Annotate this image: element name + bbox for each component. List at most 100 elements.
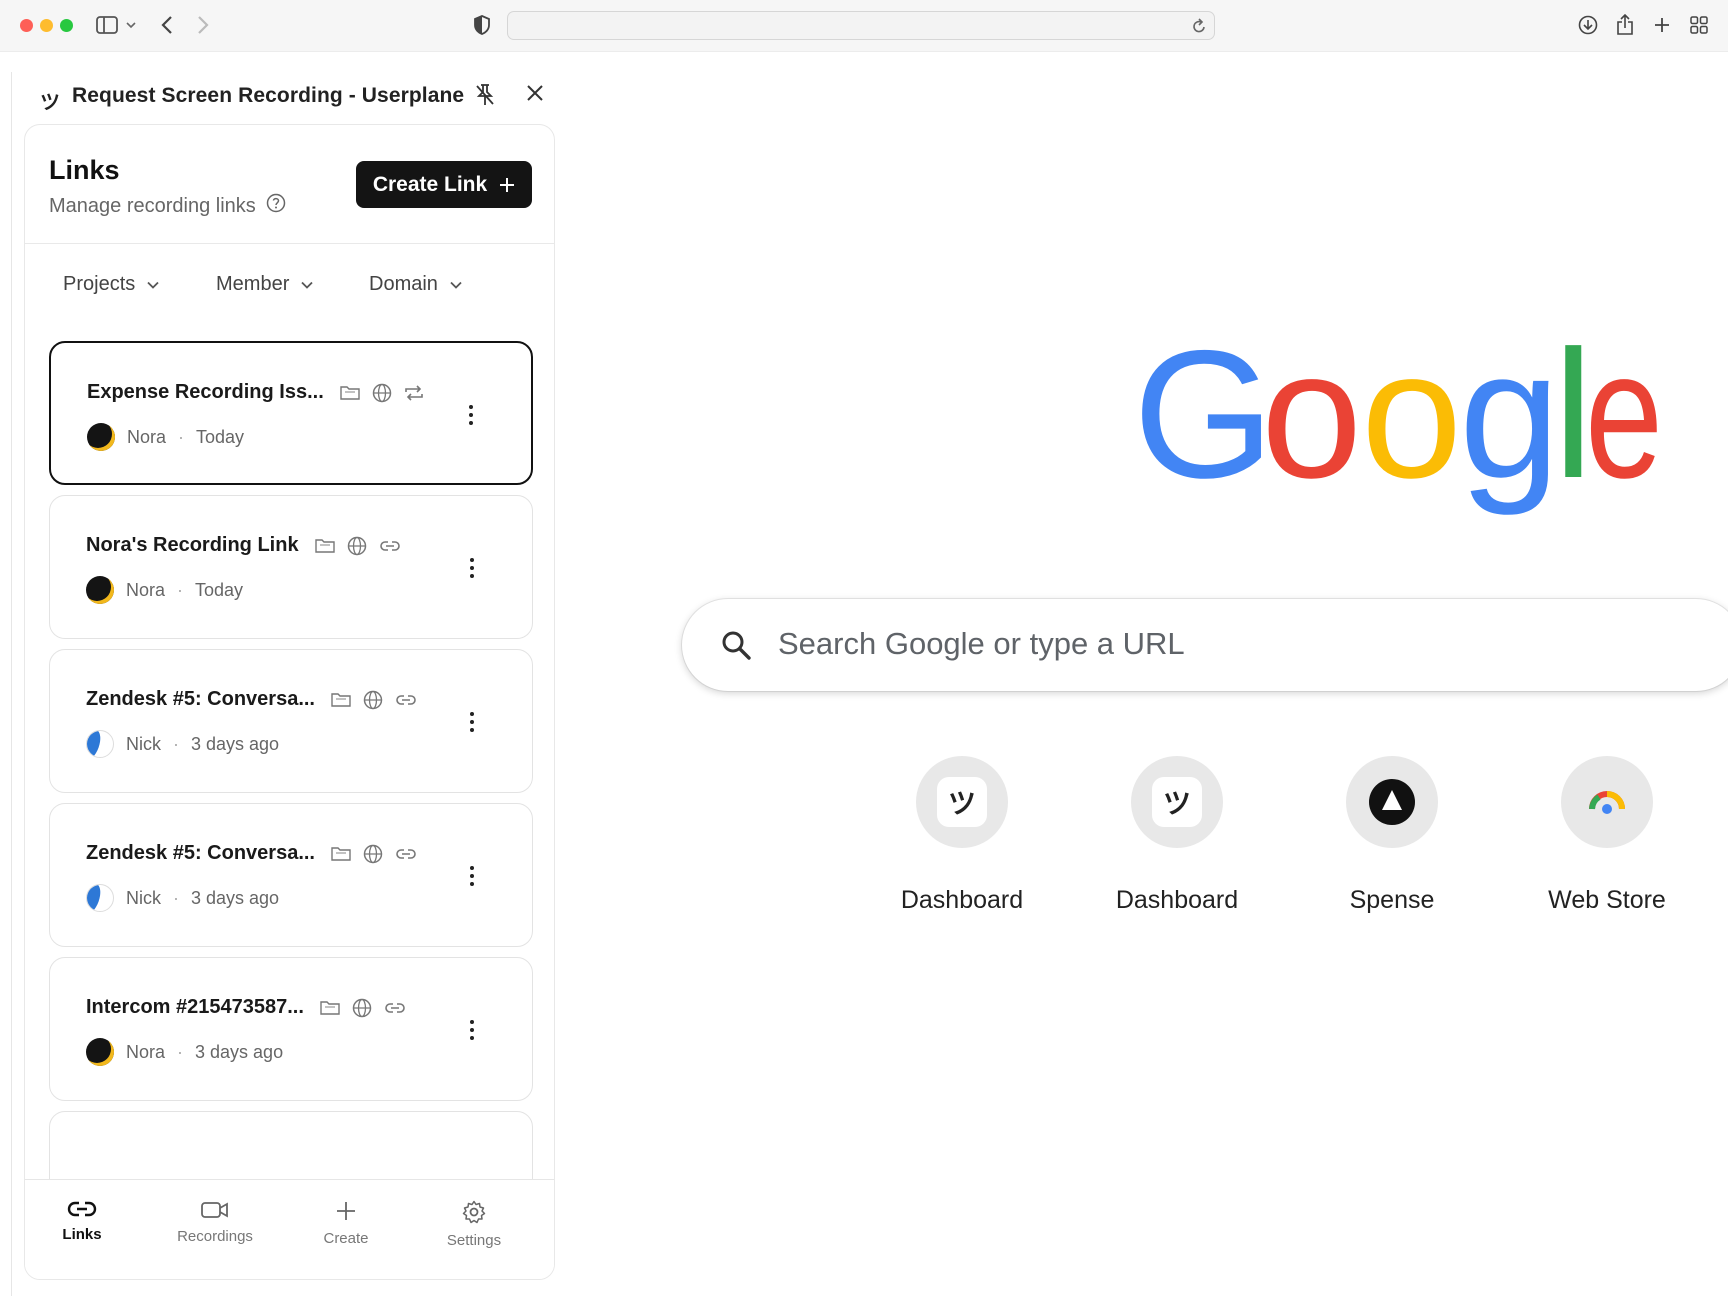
share-icon[interactable] [1616, 12, 1634, 38]
download-icon[interactable] [1578, 12, 1598, 38]
nav-label: Recordings [177, 1228, 253, 1245]
filter-projects[interactable]: Projects [63, 273, 159, 296]
more-options-icon[interactable] [462, 554, 482, 582]
folder-icon [340, 385, 360, 400]
shortcut-label: Web Store [1548, 886, 1666, 914]
chevron-down-icon[interactable] [126, 12, 136, 38]
avatar [87, 423, 115, 451]
link-time: 3 days ago [195, 1041, 284, 1062]
shield-icon[interactable] [474, 12, 490, 38]
link-user: Nora [127, 426, 167, 447]
link-icons [331, 690, 417, 710]
nav-label: Settings [446, 1232, 502, 1249]
separator-dot: · [177, 579, 184, 600]
shortcut-dashboard[interactable]: ツ Dashboard [874, 756, 1050, 915]
link-title-row: Expense Recording Iss... [87, 381, 424, 404]
link-card[interactable]: Intercom #215473587... Nora · 3 days ago [49, 957, 533, 1101]
plus-icon [500, 177, 515, 192]
shortcut-tile: ツ [916, 756, 1008, 848]
link-icons [314, 536, 401, 556]
shortcut-web-store[interactable]: Web Store [1519, 756, 1695, 915]
page-title: Links [49, 155, 120, 185]
chevron-down-icon [301, 281, 313, 289]
sidebar-icon[interactable] [96, 12, 118, 38]
avatar [86, 576, 114, 604]
link-meta: Nick · 3 days ago [86, 730, 279, 758]
google-logo-letter: o [1261, 335, 1362, 516]
more-options-icon[interactable] [462, 862, 482, 890]
avatar [86, 1038, 114, 1066]
folder-icon [314, 538, 335, 553]
link-icons [331, 844, 417, 864]
reload-icon[interactable] [1192, 18, 1206, 39]
userplane-logo: ツ [40, 92, 60, 114]
link-title-row: Zendesk #5: Conversa... [86, 842, 417, 865]
google-logo-letter: G [1133, 335, 1275, 516]
video-icon [201, 1202, 228, 1218]
google-logo-letter: g [1459, 335, 1560, 516]
more-options-icon[interactable] [461, 401, 481, 429]
back-icon[interactable] [160, 12, 174, 38]
separator-dot: · [177, 1041, 184, 1062]
link-time: 3 days ago [191, 887, 280, 908]
link-icon [385, 1002, 405, 1013]
folder-icon [331, 692, 351, 707]
nav-create[interactable]: Create [291, 1200, 401, 1247]
more-options-icon[interactable] [462, 1016, 482, 1044]
filter-label: Member [216, 273, 290, 295]
repeat-icon [404, 384, 423, 401]
userplane-icon: ツ [1152, 777, 1202, 827]
filter-bar: Projects Member Domain [25, 263, 554, 311]
close-window-button[interactable] [20, 19, 33, 32]
minimize-window-button[interactable] [40, 19, 53, 32]
filter-label: Projects [63, 273, 136, 295]
create-link-button[interactable]: Create Link [356, 161, 532, 208]
nav-recordings[interactable]: Recordings [160, 1200, 270, 1245]
more-options-icon[interactable] [462, 708, 482, 736]
nav-links[interactable]: Links [27, 1200, 137, 1243]
separator-dot: · [178, 426, 185, 447]
link-title-row: Nora's Recording Link [86, 534, 401, 557]
shortcut-tile [1346, 756, 1438, 848]
folder-icon [320, 1000, 340, 1015]
spense-icon [1369, 779, 1415, 825]
link-user: Nora [126, 579, 166, 600]
link-time: Today [195, 579, 244, 600]
avatar [86, 884, 114, 912]
link-card[interactable]: Zendesk #5: Conversa... Nick · 3 days ag… [49, 649, 533, 793]
nav-label: Create [323, 1230, 369, 1247]
shortcut-label: Spense [1349, 886, 1435, 914]
bottom-nav: Links Recordings Create Settings [25, 1179, 554, 1279]
folder-icon [331, 846, 351, 861]
link-meta: Nick · 3 days ago [86, 884, 279, 912]
filter-domain[interactable]: Domain [369, 273, 462, 296]
tab-overview-icon[interactable] [1690, 12, 1708, 38]
link-icons [320, 998, 406, 1018]
address-bar[interactable] [507, 11, 1215, 40]
close-icon[interactable] [524, 82, 546, 109]
nav-settings[interactable]: Settings [419, 1200, 529, 1249]
forward-icon[interactable] [196, 12, 210, 38]
web-store-icon [1589, 791, 1625, 814]
shortcut-label: Dashboard [900, 886, 1024, 914]
unpin-icon[interactable] [474, 83, 496, 112]
shortcut-spense[interactable]: Spense [1304, 756, 1480, 915]
panel-divider [11, 72, 12, 1296]
link-user: Nick [126, 733, 161, 754]
link-card[interactable]: Zendesk #5: Conversa... Nick · 3 days ag… [49, 803, 533, 947]
link-card[interactable]: Nora's Recording Link Nora · Today [49, 495, 533, 639]
link-time: 3 days ago [191, 733, 280, 754]
globe-icon [363, 690, 383, 709]
filter-member[interactable]: Member [216, 273, 313, 296]
page-subtitle: Manage recording links [49, 193, 286, 219]
new-tab-icon[interactable] [1654, 12, 1670, 38]
link-title: Nora's Recording Link [86, 534, 299, 556]
search-box[interactable]: Search Google or type a URL [682, 599, 1728, 691]
create-link-label: Create Link [372, 172, 488, 196]
chevron-down-icon [147, 281, 159, 289]
help-icon[interactable] [266, 193, 286, 219]
zoom-window-button[interactable] [60, 19, 73, 32]
shortcut-dashboard[interactable]: ツ Dashboard [1089, 756, 1265, 915]
link-card[interactable]: Expense Recording Iss... Nora · Today [49, 341, 533, 485]
filter-label: Domain [369, 273, 438, 295]
